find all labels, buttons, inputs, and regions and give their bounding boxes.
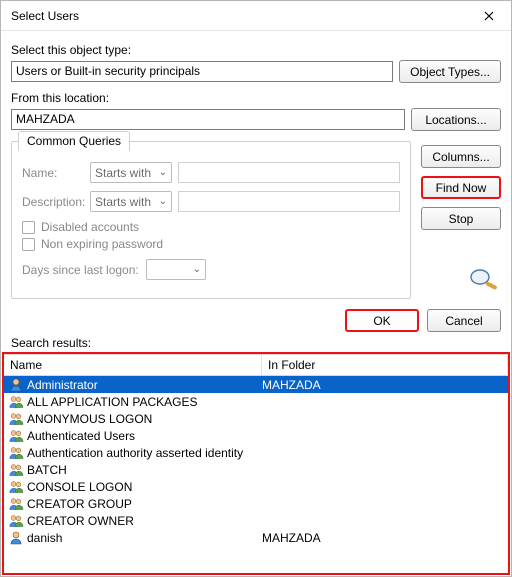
table-row[interactable]: CREATOR OWNER (4, 512, 508, 529)
group-icon (8, 462, 24, 478)
disabled-accounts-checkbox[interactable]: Disabled accounts (22, 220, 400, 234)
result-name-cell: CREATOR GROUP (4, 496, 262, 512)
common-queries-group: Common Queries Name: Starts with ⌄ Descr… (11, 141, 411, 299)
description-mode-value: Starts with (95, 195, 151, 209)
non-expiring-password-label: Non expiring password (41, 237, 163, 251)
checkbox-icon (22, 238, 35, 251)
column-header-folder[interactable]: In Folder (262, 355, 508, 375)
name-mode-select[interactable]: Starts with ⌄ (90, 162, 172, 183)
description-filter-label: Description: (22, 195, 84, 209)
group-icon (8, 394, 24, 410)
table-row[interactable]: CONSOLE LOGON (4, 478, 508, 495)
result-name: Administrator (27, 378, 98, 392)
name-filter-input[interactable] (178, 162, 400, 183)
user-icon (8, 530, 24, 546)
chevron-down-icon: ⌄ (193, 264, 201, 275)
result-name-cell: Authenticated Users (4, 428, 262, 444)
search-results-label: Search results: (1, 336, 511, 352)
close-icon (484, 11, 494, 21)
description-filter-input[interactable] (178, 191, 400, 212)
table-row[interactable]: Authenticated Users (4, 427, 508, 444)
table-row[interactable]: danish MAHZADA (4, 529, 508, 546)
table-row[interactable]: BATCH (4, 461, 508, 478)
chevron-down-icon: ⌄ (159, 196, 167, 207)
group-icon (8, 496, 24, 512)
object-type-label: Select this object type: (11, 43, 501, 57)
object-types-button[interactable]: Object Types... (399, 60, 501, 83)
result-name-cell: ANONYMOUS LOGON (4, 411, 262, 427)
user-icon (8, 377, 24, 393)
side-buttons: Columns... Find Now Stop (421, 145, 501, 295)
column-header-name[interactable]: Name (4, 355, 262, 375)
table-row[interactable]: ALL APPLICATION PACKAGES (4, 393, 508, 410)
result-name-cell: BATCH (4, 462, 262, 478)
group-icon (8, 445, 24, 461)
result-name: ALL APPLICATION PACKAGES (27, 395, 198, 409)
table-row[interactable]: Administrator MAHZADA (4, 376, 508, 393)
result-name-cell: Authentication authority asserted identi… (4, 445, 262, 461)
result-name-cell: danish (4, 530, 262, 546)
results-header: Name In Folder (4, 354, 508, 376)
location-field[interactable]: MAHZADA (11, 109, 405, 130)
group-icon (8, 479, 24, 495)
non-expiring-password-checkbox[interactable]: Non expiring password (22, 237, 400, 251)
locations-button[interactable]: Locations... (411, 108, 501, 131)
ok-button[interactable]: OK (345, 309, 419, 332)
search-results: Name In Folder Administrator MAHZADA ALL A… (2, 352, 510, 575)
days-since-last-logon-label: Days since last logon: (22, 263, 140, 277)
stop-button[interactable]: Stop (421, 207, 501, 230)
result-name: BATCH (27, 463, 67, 477)
columns-button[interactable]: Columns... (421, 145, 501, 168)
find-now-button[interactable]: Find Now (421, 176, 501, 199)
result-folder-cell: MAHZADA (262, 378, 508, 392)
result-name: Authentication authority asserted identi… (27, 446, 243, 460)
result-name: CREATOR GROUP (27, 497, 132, 511)
common-queries-tab[interactable]: Common Queries (18, 131, 130, 151)
days-since-select[interactable]: ⌄ (146, 259, 206, 280)
description-mode-select[interactable]: Starts with ⌄ (90, 191, 172, 212)
results-list[interactable]: Administrator MAHZADA ALL APPLICATION PACK… (4, 376, 508, 573)
result-folder-cell: MAHZADA (262, 531, 508, 545)
close-button[interactable] (467, 1, 511, 31)
result-name-cell: CONSOLE LOGON (4, 479, 262, 495)
result-name-cell: ALL APPLICATION PACKAGES (4, 394, 262, 410)
result-name: CREATOR OWNER (27, 514, 134, 528)
title-bar: Select Users (1, 1, 511, 31)
table-row[interactable]: Authentication authority asserted identi… (4, 444, 508, 461)
result-name: Authenticated Users (27, 429, 135, 443)
chevron-down-icon: ⌄ (159, 167, 167, 178)
table-row[interactable]: ANONYMOUS LOGON (4, 410, 508, 427)
table-row[interactable]: CREATOR GROUP (4, 495, 508, 512)
result-name-cell: CREATOR OWNER (4, 513, 262, 529)
name-mode-value: Starts with (95, 166, 151, 180)
result-name: ANONYMOUS LOGON (27, 412, 152, 426)
cancel-button[interactable]: Cancel (427, 309, 501, 332)
search-icon (467, 266, 501, 295)
dialog-body: Select this object type: Users or Built-… (1, 31, 511, 303)
select-users-dialog: Select Users Select this object type: Us… (0, 0, 512, 577)
group-icon (8, 411, 24, 427)
disabled-accounts-label: Disabled accounts (41, 220, 139, 234)
name-filter-label: Name: (22, 166, 84, 180)
location-label: From this location: (11, 91, 501, 105)
dialog-action-row: OK Cancel (1, 303, 511, 336)
group-icon (8, 513, 24, 529)
result-name: danish (27, 531, 62, 545)
group-icon (8, 428, 24, 444)
object-type-field[interactable]: Users or Built-in security principals (11, 61, 393, 82)
result-name: CONSOLE LOGON (27, 480, 132, 494)
window-title: Select Users (11, 9, 467, 23)
result-name-cell: Administrator (4, 377, 262, 393)
checkbox-icon (22, 221, 35, 234)
